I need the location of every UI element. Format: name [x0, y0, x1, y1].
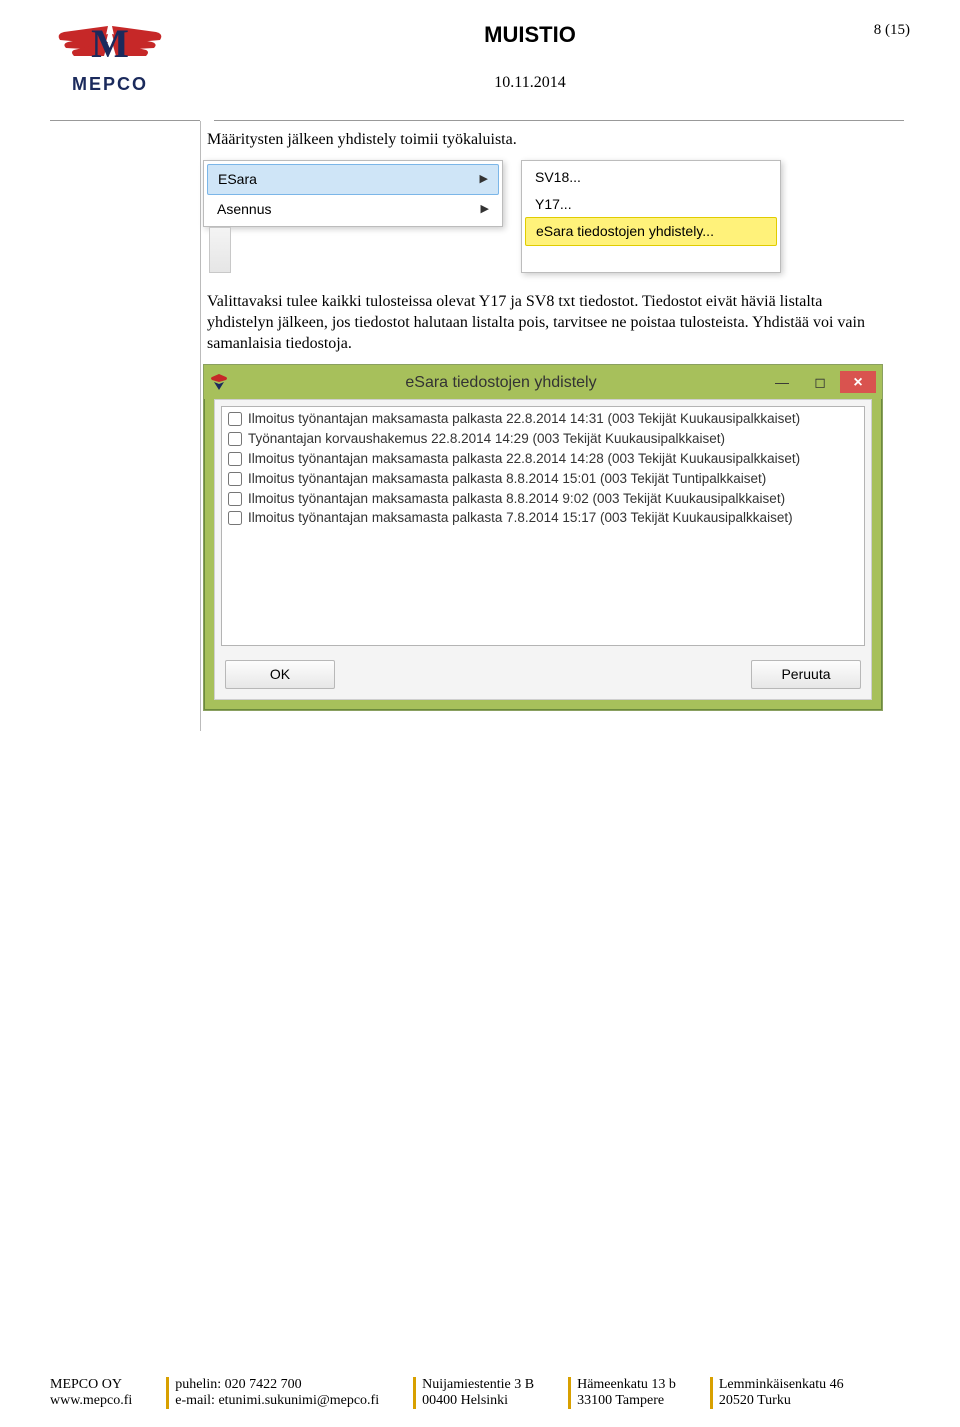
document-header: M MEPCO MUISTIO 10.11.2014 8 (15) [50, 20, 910, 110]
list-item[interactable]: Ilmoitus työnantajan maksamasta palkasta… [222, 508, 864, 528]
page-footer: MEPCO OY www.mepco.fi puhelin: 020 7422 … [50, 1377, 910, 1409]
window-maximize-button[interactable]: ◻ [802, 371, 838, 393]
menu-item-esara[interactable]: ESara ▶ [207, 164, 499, 194]
header-rule [50, 120, 910, 121]
footer-addr-line: 33100 Tampere [577, 1393, 676, 1409]
menu-screenshot: ESara ▶ Asennus ▶ SV18... Y17... eSara t… [203, 160, 890, 273]
footer-addr-line: Nuijamiestentie 3 B [422, 1377, 534, 1393]
menu-item-label: eSara tiedostojen yhdistely... [536, 223, 714, 239]
list-item[interactable]: Ilmoitus työnantajan maksamasta palkasta… [222, 449, 864, 469]
list-item[interactable]: Työnantajan korvaushakemus 22.8.2014 14:… [222, 429, 864, 449]
footer-phone: puhelin: 020 7422 700 [175, 1377, 379, 1393]
footer-col-contact: puhelin: 020 7422 700 e-mail: etunimi.su… [166, 1377, 379, 1409]
list-item-label: Työnantajan korvaushakemus 22.8.2014 14:… [248, 430, 725, 448]
menu-item-y17[interactable]: Y17... [525, 191, 777, 217]
document-date: 10.11.2014 [210, 74, 850, 92]
menu-item-label: Y17... [535, 196, 572, 212]
paragraph-intro: Määritysten jälkeen yhdistely toimii työ… [207, 129, 890, 150]
footer-company-name: MEPCO OY [50, 1377, 132, 1393]
logo-monogram: M [90, 24, 130, 68]
footer-col-addr3: Lemminkäisenkatu 46 20520 Turku [710, 1377, 844, 1409]
footer-addr-line: 20520 Turku [719, 1393, 844, 1409]
list-item-checkbox[interactable] [228, 492, 242, 506]
list-item-label: Ilmoitus työnantajan maksamasta palkasta… [248, 450, 800, 468]
submenu-arrow-icon: ▶ [481, 202, 489, 217]
footer-col-addr2: Hämeenkatu 13 b 33100 Tampere [568, 1377, 676, 1409]
footer-company-web: www.mepco.fi [50, 1393, 132, 1409]
footer-col-company: MEPCO OY www.mepco.fi [50, 1377, 132, 1409]
list-item-checkbox[interactable] [228, 472, 242, 486]
list-item[interactable]: Ilmoitus työnantajan maksamasta palkasta… [222, 409, 864, 429]
footer-addr-line: Hämeenkatu 13 b [577, 1377, 676, 1393]
dialog-esara: eSara tiedostojen yhdistely — ◻ × Ilmoit… [203, 364, 883, 710]
panel-strip [209, 227, 231, 273]
list-item-label: Ilmoitus työnantajan maksamasta palkasta… [248, 470, 766, 488]
menu-item-label: ESara [218, 170, 257, 188]
page-number: 8 (15) [850, 20, 910, 39]
cancel-button[interactable]: Peruuta [751, 660, 861, 688]
app-icon [210, 373, 228, 391]
footer-addr-line: 00400 Helsinki [422, 1393, 534, 1409]
list-item[interactable]: Ilmoitus työnantajan maksamasta palkasta… [222, 469, 864, 489]
paragraph-desc: Valittavaksi tulee kaikki tulosteissa ol… [207, 291, 890, 354]
menu-item-yhdistely[interactable]: eSara tiedostojen yhdistely... [525, 217, 777, 245]
list-item-checkbox[interactable] [228, 432, 242, 446]
window-minimize-button[interactable]: — [764, 371, 800, 393]
logo: M MEPCO [50, 20, 210, 110]
context-menu-left: ESara ▶ Asennus ▶ [203, 160, 503, 227]
menu-item-sv18[interactable]: SV18... [525, 164, 777, 190]
list-item[interactable]: Ilmoitus työnantajan maksamasta palkasta… [222, 489, 864, 509]
list-item-label: Ilmoitus työnantajan maksamasta palkasta… [248, 509, 793, 527]
ok-button[interactable]: OK [225, 660, 335, 688]
dialog-title: eSara tiedostojen yhdistely [238, 372, 764, 393]
window-close-button[interactable]: × [840, 371, 876, 393]
logo-text: MEPCO [50, 74, 170, 95]
file-list: Ilmoitus työnantajan maksamasta palkasta… [221, 406, 865, 646]
context-menu-right: SV18... Y17... eSara tiedostojen yhdiste… [521, 160, 781, 273]
menu-item-label: Asennus [217, 200, 271, 218]
footer-addr-line: Lemminkäisenkatu 46 [719, 1377, 844, 1393]
dialog-body: Ilmoitus työnantajan maksamasta palkasta… [214, 399, 872, 699]
footer-col-addr1: Nuijamiestentie 3 B 00400 Helsinki [413, 1377, 534, 1409]
content-column: Määritysten jälkeen yhdistely toimii työ… [200, 121, 890, 731]
list-item-checkbox[interactable] [228, 452, 242, 466]
menu-item-label: SV18... [535, 169, 581, 185]
list-item-checkbox[interactable] [228, 511, 242, 525]
footer-email: e-mail: etunimi.sukunimi@mepco.fi [175, 1393, 379, 1409]
list-item-checkbox[interactable] [228, 412, 242, 426]
list-item-label: Ilmoitus työnantajan maksamasta palkasta… [248, 490, 785, 508]
document-title: MUISTIO [210, 22, 850, 48]
menu-item-asennus[interactable]: Asennus ▶ [207, 195, 499, 223]
list-item-label: Ilmoitus työnantajan maksamasta palkasta… [248, 410, 800, 428]
submenu-arrow-icon: ▶ [480, 172, 488, 187]
dialog-titlebar: eSara tiedostojen yhdistely — ◻ × [204, 365, 882, 399]
